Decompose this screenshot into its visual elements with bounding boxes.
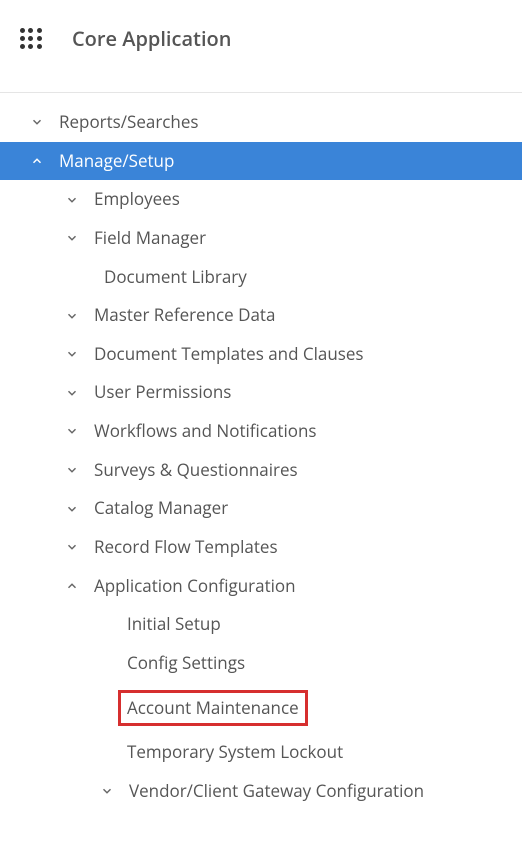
chevron-down-icon bbox=[65, 463, 79, 477]
nav-item-temporary-system-lockout[interactable]: Temporary System Lockout bbox=[0, 733, 522, 772]
nav-item-manage-setup[interactable]: Manage/Setup bbox=[0, 142, 522, 181]
chevron-down-icon bbox=[65, 502, 79, 516]
chevron-down-icon bbox=[30, 115, 44, 129]
chevron-down-icon bbox=[65, 309, 79, 323]
chevron-down-icon bbox=[100, 784, 114, 798]
nav-item-user-permissions[interactable]: User Permissions bbox=[0, 373, 522, 412]
nav-label: Record Flow Templates bbox=[94, 535, 278, 560]
chevron-down-icon bbox=[65, 540, 79, 554]
nav-item-master-reference-data[interactable]: Master Reference Data bbox=[0, 296, 522, 335]
chevron-down-icon bbox=[65, 424, 79, 438]
app-title: Core Application bbox=[72, 25, 231, 52]
nav-item-record-flow-templates[interactable]: Record Flow Templates bbox=[0, 528, 522, 567]
nav-label: Master Reference Data bbox=[94, 303, 275, 328]
nav-label: Workflows and Notifications bbox=[94, 419, 317, 444]
chevron-down-icon bbox=[65, 347, 79, 361]
nav-item-surveys-questionnaires[interactable]: Surveys & Questionnaires bbox=[0, 451, 522, 490]
nav-tree: Reports/Searches Manage/Setup Employees … bbox=[0, 93, 522, 811]
nav-item-document-library[interactable]: Document Library bbox=[0, 258, 522, 297]
nav-label: User Permissions bbox=[94, 380, 231, 405]
nav-label: Field Manager bbox=[94, 226, 206, 251]
chevron-up-icon bbox=[30, 154, 44, 168]
app-header: Core Application bbox=[0, 0, 522, 93]
nav-item-employees[interactable]: Employees bbox=[0, 180, 522, 219]
nav-label: Employees bbox=[94, 187, 180, 212]
chevron-down-icon bbox=[65, 386, 79, 400]
nav-item-config-settings[interactable]: Config Settings bbox=[0, 644, 522, 683]
nav-label: Surveys & Questionnaires bbox=[94, 458, 298, 483]
nav-label: Document Templates and Clauses bbox=[94, 342, 364, 367]
nav-label: Initial Setup bbox=[127, 612, 221, 637]
nav-label: Temporary System Lockout bbox=[127, 740, 343, 765]
nav-item-catalog-manager[interactable]: Catalog Manager bbox=[0, 489, 522, 528]
nav-item-account-maintenance[interactable]: Account Maintenance bbox=[0, 683, 522, 734]
chevron-down-icon bbox=[65, 231, 79, 245]
chevron-up-icon bbox=[65, 579, 79, 593]
nav-item-initial-setup[interactable]: Initial Setup bbox=[0, 605, 522, 644]
nav-label: Application Configuration bbox=[94, 574, 296, 599]
nav-item-vendor-client-gateway[interactable]: Vendor/Client Gateway Configuration bbox=[0, 772, 522, 811]
nav-item-application-configuration[interactable]: Application Configuration bbox=[0, 567, 522, 606]
nav-label: Config Settings bbox=[127, 651, 245, 676]
nav-item-workflows-notifications[interactable]: Workflows and Notifications bbox=[0, 412, 522, 451]
nav-item-field-manager[interactable]: Field Manager bbox=[0, 219, 522, 258]
nav-label: Document Library bbox=[104, 265, 247, 290]
apps-grid-icon[interactable] bbox=[20, 28, 42, 50]
nav-label: Reports/Searches bbox=[59, 110, 199, 135]
nav-item-reports-searches[interactable]: Reports/Searches bbox=[0, 103, 522, 142]
nav-label: Catalog Manager bbox=[94, 496, 228, 521]
nav-label: Manage/Setup bbox=[59, 149, 174, 174]
nav-label: Vendor/Client Gateway Configuration bbox=[129, 779, 424, 804]
chevron-down-icon bbox=[65, 193, 79, 207]
nav-label: Account Maintenance bbox=[118, 690, 308, 727]
nav-item-document-templates[interactable]: Document Templates and Clauses bbox=[0, 335, 522, 374]
